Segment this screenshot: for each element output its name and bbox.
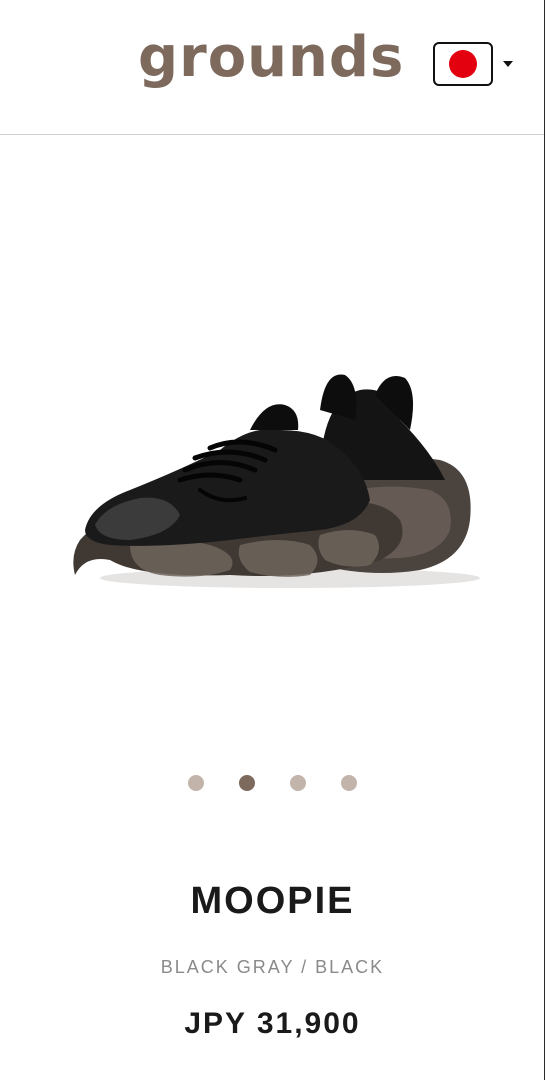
flag-circle xyxy=(449,50,477,78)
carousel-dots xyxy=(0,775,545,791)
product-name: MOOPIE xyxy=(190,880,355,922)
carousel-dot-active[interactable] xyxy=(239,775,255,791)
chevron-down-icon[interactable] xyxy=(503,61,513,67)
site-header: grounds xyxy=(0,0,544,135)
product-price: JPY 31,900 xyxy=(184,1007,361,1040)
product-image xyxy=(73,374,480,588)
product-variant: BLACK GRAY / BLACK xyxy=(160,957,385,977)
locale-selector[interactable] xyxy=(433,42,513,86)
brand-logo[interactable]: grounds xyxy=(138,30,404,86)
carousel-dot[interactable] xyxy=(188,775,204,791)
product-gallery[interactable] xyxy=(0,135,544,791)
carousel-dot[interactable] xyxy=(290,775,306,791)
product-page: grounds MOOPIE BLACK GRAY / BLACK JPY 31… xyxy=(0,0,545,1080)
japan-flag-icon[interactable] xyxy=(433,42,493,86)
carousel-dot[interactable] xyxy=(341,775,357,791)
